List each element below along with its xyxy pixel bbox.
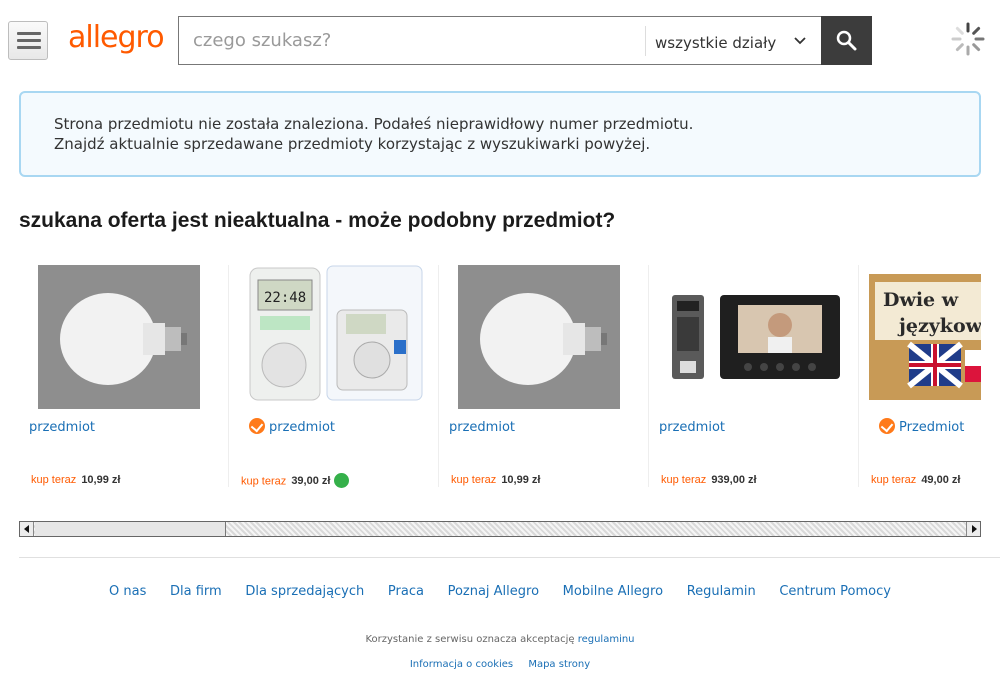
product-card[interactable]: 22:48 przedmiot kup teraz 39,00 zł [229, 255, 439, 490]
price-value: 10,99 zł [81, 474, 121, 486]
footer-note-link[interactable]: regulaminu [578, 634, 635, 645]
carousel-scrollbar[interactable] [19, 521, 981, 537]
search-button[interactable] [821, 16, 872, 65]
search-box: wszystkie działy [178, 16, 872, 65]
led-bulb-image[interactable] [458, 265, 620, 409]
product-card[interactable]: przedmiot kup teraz 10,99 zł [19, 255, 229, 490]
footer-link-poznaj-allegro[interactable]: Poznaj Allegro [448, 584, 539, 599]
price-value: 939,00 zł [711, 474, 757, 486]
footer-divider [19, 557, 1000, 558]
footer-note: Korzystanie z serwisu oznacza akceptację… [0, 634, 1000, 645]
svg-text:Dwie w: Dwie w [883, 289, 959, 311]
footer-link-dla-firm[interactable]: Dla firm [170, 584, 222, 599]
footer-link-o-nas[interactable]: O nas [109, 584, 146, 599]
hamburger-icon-bar [17, 46, 41, 49]
price-value: 10,99 zł [501, 474, 541, 486]
item-price: kup teraz 10,99 zł [31, 474, 120, 486]
svg-text:językow: językow [897, 315, 981, 337]
item-price: kup teraz 10,99 zł [451, 474, 540, 486]
search-input[interactable] [179, 17, 645, 64]
item-price: kup teraz 49,00 zł [871, 474, 960, 486]
scroll-right-arrow-icon[interactable] [966, 522, 980, 536]
footer-link-mobilne-allegro[interactable]: Mobilne Allegro [563, 584, 663, 599]
item-title[interactable]: Przedmiot [899, 420, 964, 435]
menu-button[interactable] [8, 21, 48, 60]
super-seller-badge-icon [879, 418, 895, 434]
footer-link-praca[interactable]: Praca [388, 584, 424, 599]
hamburger-icon-bar [17, 39, 41, 42]
hamburger-icon-bar [17, 32, 41, 35]
site-map-link[interactable]: Mapa strony [528, 659, 590, 670]
loading-spinner-icon [951, 22, 985, 56]
item-price: kup teraz 939,00 zł [661, 474, 757, 486]
price-label: kup teraz [451, 474, 497, 486]
cookies-info-link[interactable]: Informacja o cookies [410, 659, 513, 670]
item-title[interactable]: przedmiot [659, 420, 725, 435]
chevron-down-icon[interactable] [793, 33, 807, 47]
not-found-notice: Strona przedmiotu nie została znaleziona… [19, 91, 981, 177]
allegro-logo[interactable]: allegro [68, 20, 165, 55]
item-title[interactable]: przedmiot [29, 420, 95, 435]
digital-timer-socket-image[interactable]: 22:48 [242, 260, 427, 406]
footer-note-text: Korzystanie z serwisu oznacza akceptację [365, 634, 575, 645]
notice-line-2: Znajdź aktualnie sprzedawane przedmioty … [54, 135, 651, 153]
price-label: kup teraz [241, 475, 287, 488]
similar-items-carousel: przedmiot kup teraz 10,99 zł 22:48 przed… [19, 255, 981, 495]
led-bulb-image[interactable] [38, 265, 200, 409]
super-seller-badge-icon [249, 418, 265, 434]
smart-delivery-icon [334, 473, 350, 488]
price-label: kup teraz [31, 474, 77, 486]
footer-link-centrum-pomocy[interactable]: Centrum Pomocy [779, 584, 891, 599]
scroll-left-arrow-icon[interactable] [20, 522, 34, 536]
item-title[interactable]: przedmiot [449, 420, 515, 435]
divider [645, 26, 646, 56]
product-card[interactable]: przedmiot kup teraz 10,99 zł [439, 255, 649, 490]
footer-bottom-links: Informacja o cookies Mapa strony [0, 659, 1000, 670]
header: allegro wszystkie działy [0, 0, 1000, 80]
footer-links: O nas Dla firm Dla sprzedających Praca P… [0, 583, 1000, 599]
product-card[interactable]: przedmiot kup teraz 939,00 zł [649, 255, 859, 490]
price-value: 39,00 zł [291, 475, 331, 488]
section-title: szukana oferta jest nieaktualna - może p… [19, 209, 616, 232]
price-value: 49,00 zł [921, 474, 961, 486]
svg-text:22:48: 22:48 [264, 290, 306, 306]
search-icon [836, 30, 857, 51]
price-label: kup teraz [871, 474, 917, 486]
video-intercom-image[interactable] [668, 285, 840, 385]
item-title[interactable]: przedmiot [269, 420, 335, 435]
item-price: kup teraz 39,00 zł [241, 473, 350, 489]
footer-link-dla-sprzedajacych[interactable]: Dla sprzedających [245, 584, 364, 599]
product-card[interactable]: Dwie w językow Przedmiot kup teraz 49,00… [859, 255, 981, 490]
notice-line-1: Strona przedmiotu nie została znaleziona… [54, 115, 694, 133]
language-poster-image[interactable]: Dwie w językow [869, 274, 981, 400]
footer-link-regulamin[interactable]: Regulamin [687, 584, 756, 599]
price-label: kup teraz [661, 474, 707, 486]
scrollbar-thumb[interactable] [35, 522, 226, 536]
